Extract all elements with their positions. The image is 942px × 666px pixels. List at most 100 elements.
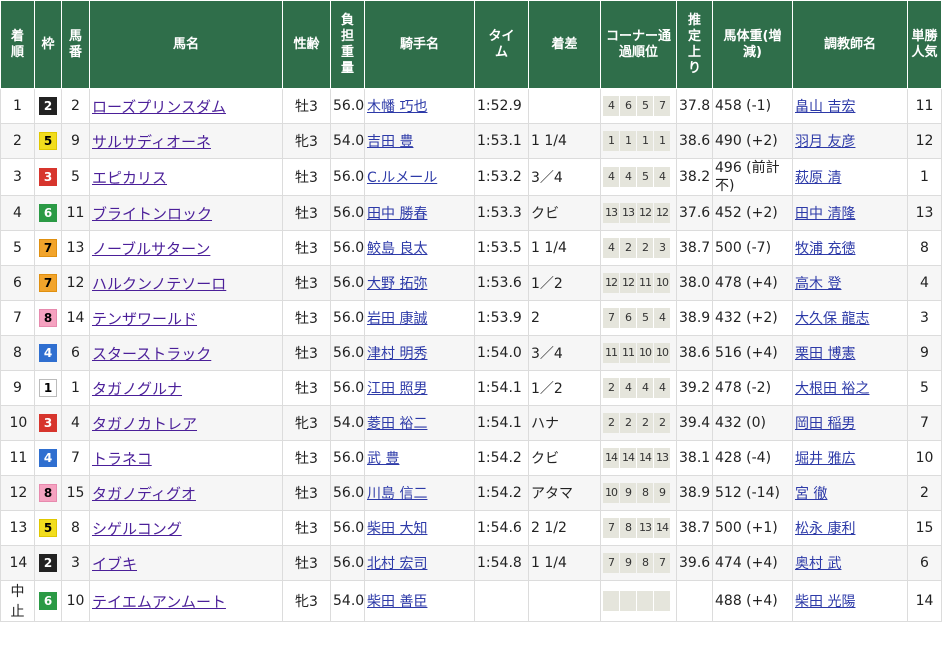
trainer-link[interactable]: 宮 徹: [795, 486, 827, 502]
margin-cell: アタマ: [528, 475, 601, 511]
horse-number-cell: 2: [61, 88, 90, 124]
jockey-link[interactable]: 津村 明秀: [367, 346, 427, 362]
sex-age-cell: 牡3: [282, 88, 331, 124]
sex-age-cell: 牡3: [282, 300, 331, 336]
rank-cell: 5: [0, 230, 35, 266]
header-waku: 枠: [34, 0, 62, 89]
sex-age-cell: 牡3: [282, 370, 331, 406]
trainer-cell: 羽月 友彦: [792, 123, 908, 159]
waku-cell: 6: [34, 195, 62, 231]
horse-name-link[interactable]: ブライトンロック: [92, 205, 212, 223]
trainer-link[interactable]: 畠山 吉宏: [795, 99, 855, 115]
header-popularity: 単勝人気: [907, 0, 942, 89]
trainer-link[interactable]: 牧浦 充徳: [795, 241, 855, 257]
jockey-link[interactable]: 北村 宏司: [367, 556, 427, 572]
corner-position: 9: [654, 483, 670, 503]
horse-name-link[interactable]: ノーブルサターン: [92, 240, 210, 258]
body-weight-cell: 452 (+2): [712, 195, 793, 231]
corner-position: 6: [620, 308, 636, 328]
jockey-link[interactable]: 木幡 巧也: [367, 99, 427, 115]
time-cell: 1:54.0: [474, 335, 529, 371]
corner-cell: 7987: [600, 545, 677, 581]
trainer-link[interactable]: 奥村 武: [795, 556, 841, 572]
trainer-cell: 大久保 龍志: [792, 300, 908, 336]
trainer-link[interactable]: 柴田 光陽: [795, 594, 855, 610]
horse-name-link[interactable]: タガノカトレア: [92, 415, 197, 433]
corner-position: 7: [654, 96, 670, 116]
horse-name-cell: タガノグルナ: [89, 370, 283, 406]
trainer-cell: 田中 清隆: [792, 195, 908, 231]
horse-name-link[interactable]: ローズプリンスダム: [92, 98, 226, 116]
jockey-link[interactable]: 武 豊: [367, 451, 399, 467]
margin-cell: 2: [528, 300, 601, 336]
margin-cell: ハナ: [528, 405, 601, 441]
horse-number-cell: 14: [61, 300, 90, 336]
corner-position: 1: [637, 131, 653, 151]
jockey-link[interactable]: 柴田 善臣: [367, 594, 427, 610]
jockey-link[interactable]: 江田 照男: [367, 381, 427, 397]
header-margin: 着差: [528, 0, 601, 89]
corner-position: 1: [620, 131, 636, 151]
body-weight-cell: 516 (+4): [712, 335, 793, 371]
horse-name-link[interactable]: テンザワールド: [92, 310, 197, 328]
weight-cell: 56.0: [330, 440, 365, 476]
header-last3f: 推定上り: [676, 0, 713, 89]
horse-name-link[interactable]: サルサディオーネ: [92, 133, 211, 151]
jockey-cell: 菱田 裕二: [364, 405, 475, 441]
corner-position: 12: [620, 273, 636, 293]
trainer-link[interactable]: 羽月 友彦: [795, 134, 855, 150]
horse-name-link[interactable]: ハルクンノテソーロ: [92, 275, 226, 293]
corner-cell: 4657: [600, 88, 677, 124]
jockey-link[interactable]: 鮫島 良太: [367, 241, 427, 257]
horse-name-link[interactable]: トラネコ: [92, 450, 152, 468]
body-weight-cell: 432 (+2): [712, 300, 793, 336]
jockey-link[interactable]: 菱田 裕二: [367, 416, 427, 432]
corner-position: 11: [637, 273, 653, 293]
time-cell: 1:53.3: [474, 195, 529, 231]
last3f-cell: 38.7: [676, 230, 713, 266]
margin-cell: 3／4: [528, 158, 601, 196]
horse-name-link[interactable]: イブキ: [92, 555, 137, 573]
trainer-link[interactable]: 栗田 博憲: [795, 346, 855, 362]
trainer-cell: 栗田 博憲: [792, 335, 908, 371]
trainer-link[interactable]: 萩原 清: [795, 170, 841, 186]
corner-position: [637, 591, 653, 611]
last3f-cell: 39.4: [676, 405, 713, 441]
trainer-link[interactable]: 高木 登: [795, 276, 841, 292]
trainer-link[interactable]: 大久保 龍志: [795, 311, 869, 327]
jockey-link[interactable]: 大野 拓弥: [367, 276, 427, 292]
horse-name-link[interactable]: スターストラック: [92, 345, 211, 363]
jockey-link[interactable]: 岩田 康誠: [367, 311, 427, 327]
trainer-link[interactable]: 松永 康利: [795, 521, 855, 537]
jockey-link[interactable]: 吉田 豊: [367, 134, 413, 150]
corner-position: 4: [620, 378, 636, 398]
corner-position: 2: [620, 238, 636, 258]
trainer-cell: 萩原 清: [792, 158, 908, 196]
jockey-link[interactable]: 柴田 大知: [367, 521, 427, 537]
popularity-cell: 11: [907, 88, 942, 124]
horse-name-link[interactable]: シゲルコング: [92, 520, 182, 538]
corner-position: 2: [637, 413, 653, 433]
horse-name-link[interactable]: エピカリス: [92, 169, 167, 187]
popularity-cell: 5: [907, 370, 942, 406]
trainer-link[interactable]: 堀井 雅広: [795, 451, 855, 467]
jockey-link[interactable]: C.ルメール: [367, 170, 437, 186]
last3f-cell: 38.9: [676, 475, 713, 511]
jockey-link[interactable]: 川島 信二: [367, 486, 427, 502]
weight-cell: 56.0: [330, 230, 365, 266]
trainer-link[interactable]: 大根田 裕之: [795, 381, 869, 397]
body-weight-cell: 432 (0): [712, 405, 793, 441]
trainer-link[interactable]: 田中 清隆: [795, 206, 855, 222]
weight-cell: 56.0: [330, 370, 365, 406]
corner-position: 12: [603, 273, 619, 293]
horse-name-link[interactable]: テイエムアンムート: [92, 593, 226, 611]
trainer-link[interactable]: 岡田 稲男: [795, 416, 855, 432]
body-weight-cell: 488 (+4): [712, 580, 793, 622]
rank-cell: 10: [0, 405, 35, 441]
horse-name-link[interactable]: タガノディグオ: [92, 485, 196, 503]
weight-cell: 56.0: [330, 88, 365, 124]
horse-name-link[interactable]: タガノグルナ: [92, 380, 182, 398]
waku-cell: 1: [34, 370, 62, 406]
jockey-cell: 吉田 豊: [364, 123, 475, 159]
jockey-link[interactable]: 田中 勝春: [367, 206, 427, 222]
